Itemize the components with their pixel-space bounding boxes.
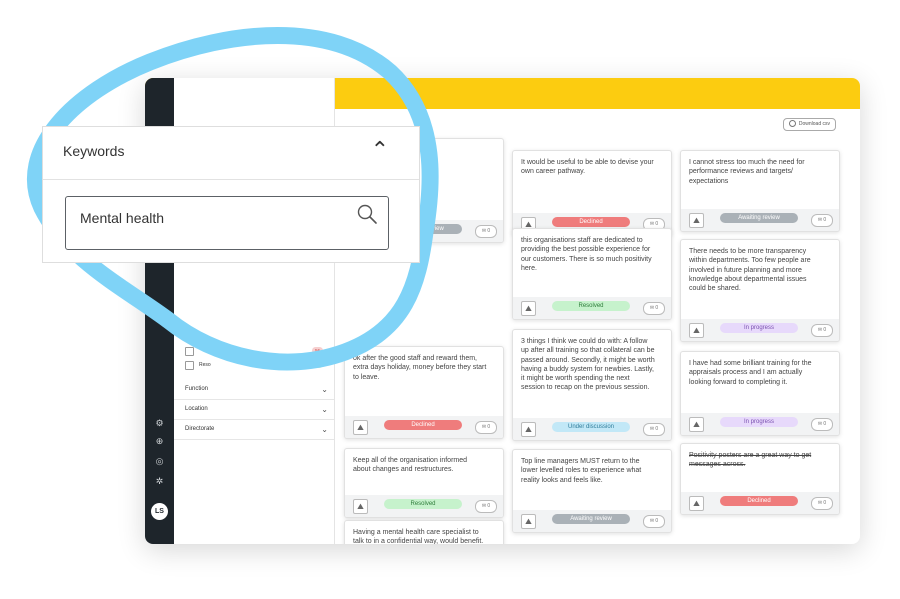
keyword-search-input[interactable]: Mental health [65,196,389,250]
highlight-blob [27,27,439,371]
search-icon[interactable] [356,203,378,230]
chevron-up-icon[interactable]: ⌃ [371,137,389,163]
keywords-header[interactable]: Keywords ⌃ [43,127,419,180]
search-value: Mental health [80,210,165,226]
keywords-title: Keywords [63,143,125,159]
keywords-filter-panel: Keywords ⌃ Mental health [42,126,420,263]
